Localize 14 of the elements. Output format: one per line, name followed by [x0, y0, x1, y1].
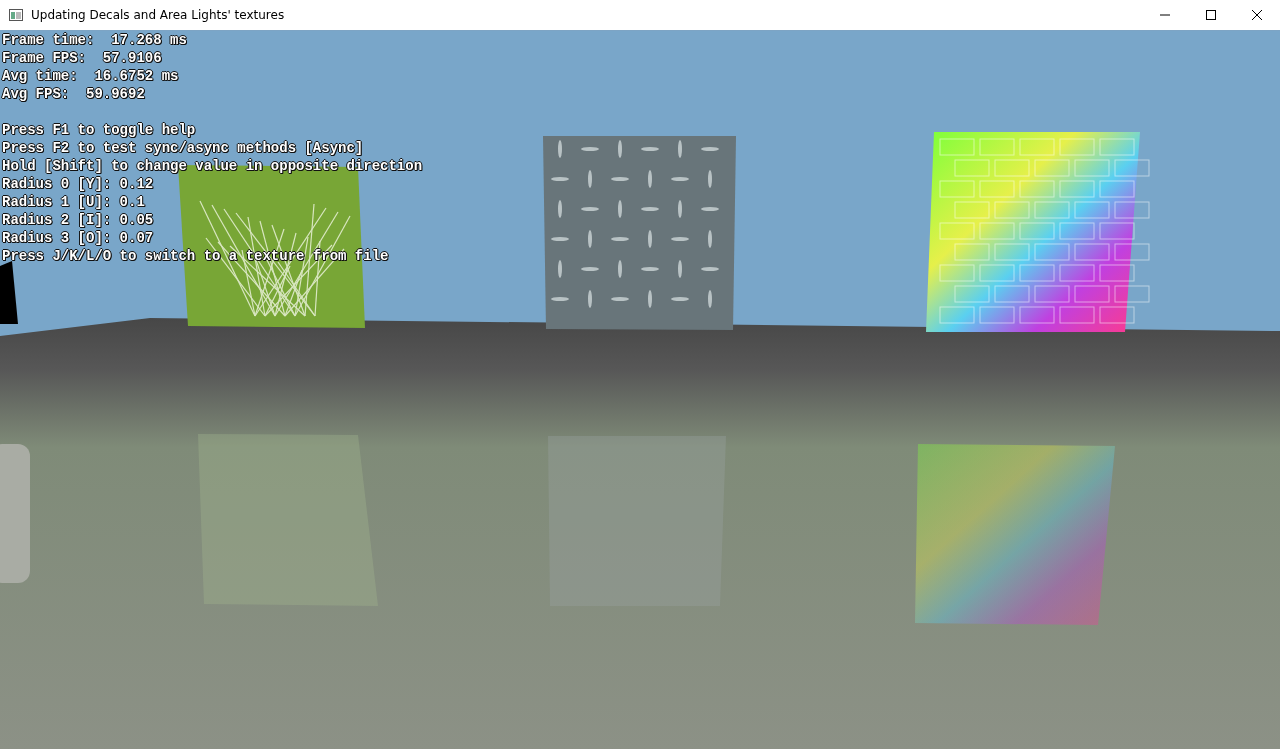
app-icon	[9, 9, 23, 21]
stats-text: Avg FPS: 59.9692	[2, 85, 145, 103]
help-text: Press F2 to test sync/async methods [Async]	[2, 139, 364, 157]
stats-text: Avg time: 16.6752 ms	[2, 67, 179, 85]
help-text: Radius 1 [U]: 0.1	[2, 193, 145, 211]
stats-text: Frame time: 17.268 ms	[2, 31, 187, 49]
help-text: Press F1 to toggle help	[2, 121, 196, 139]
stats-text: Frame FPS: 57.9106	[2, 49, 162, 67]
window-title: Updating Decals and Area Lights' textures	[31, 8, 286, 22]
help-text: Radius 3 [O]: 0.07	[2, 229, 154, 247]
maximize-icon	[1206, 10, 1216, 20]
close-icon	[1252, 10, 1262, 20]
help-text: Radius 0 [Y]: 0.12	[2, 175, 154, 193]
help-text: Radius 2 [I]: 0.05	[2, 211, 154, 229]
